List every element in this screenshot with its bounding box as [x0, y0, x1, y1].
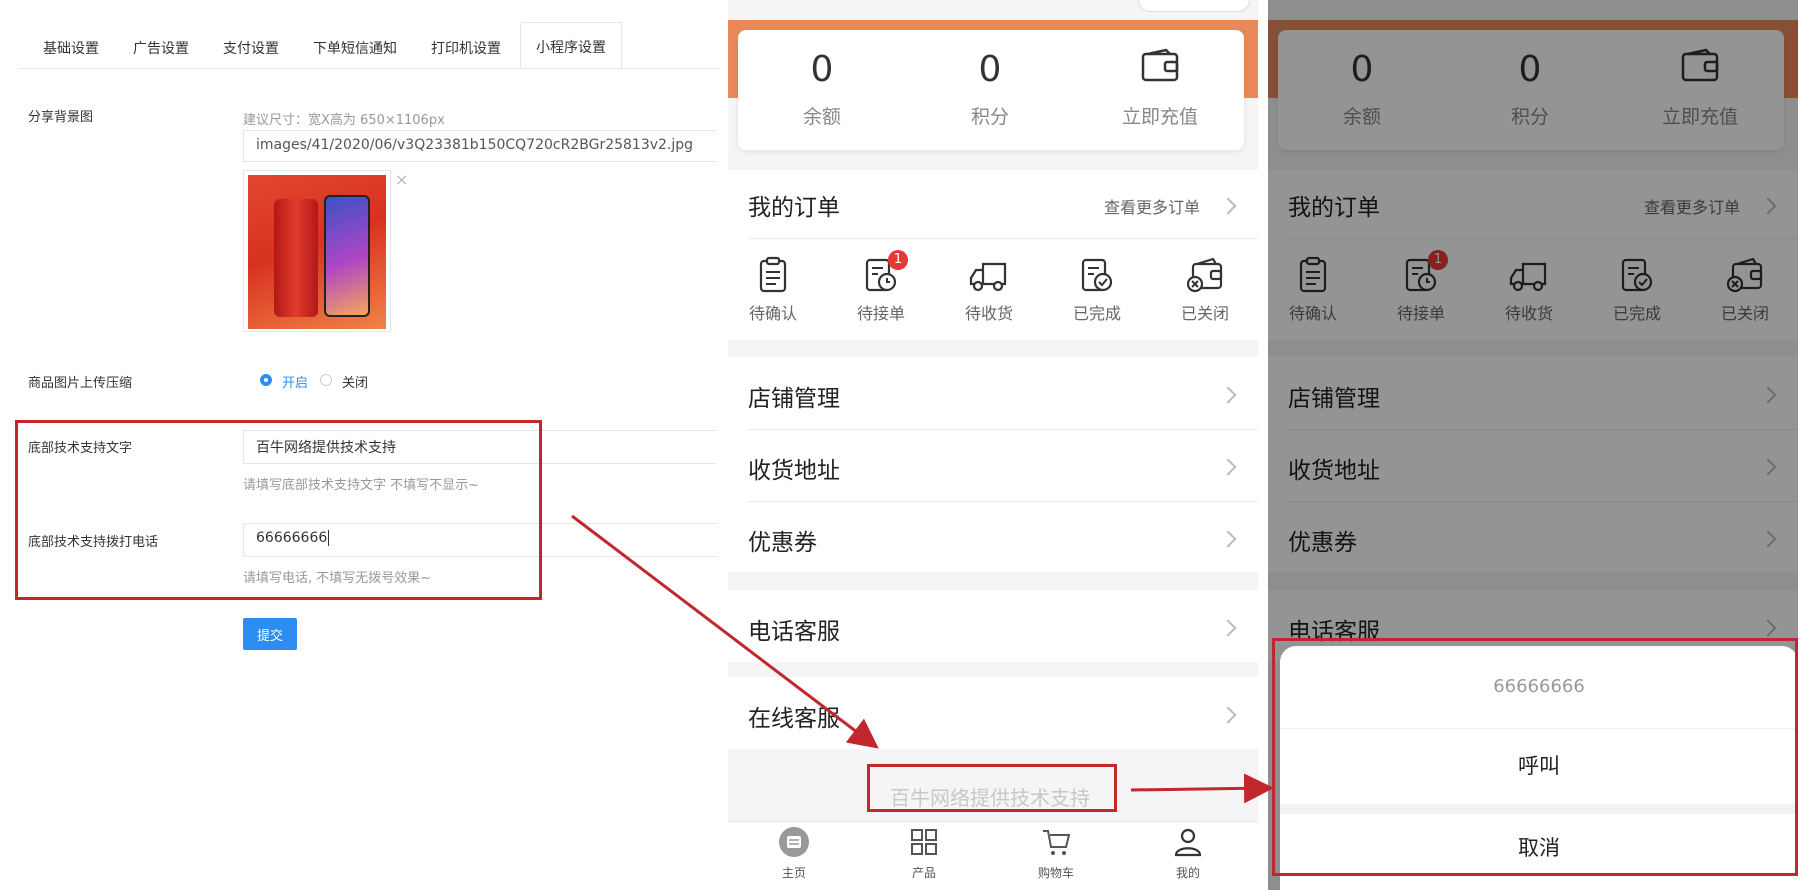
annotation-arrows [571, 514, 1274, 804]
arrow-to-footer [571, 514, 879, 749]
arrow-to-sheet [1130, 773, 1274, 804]
